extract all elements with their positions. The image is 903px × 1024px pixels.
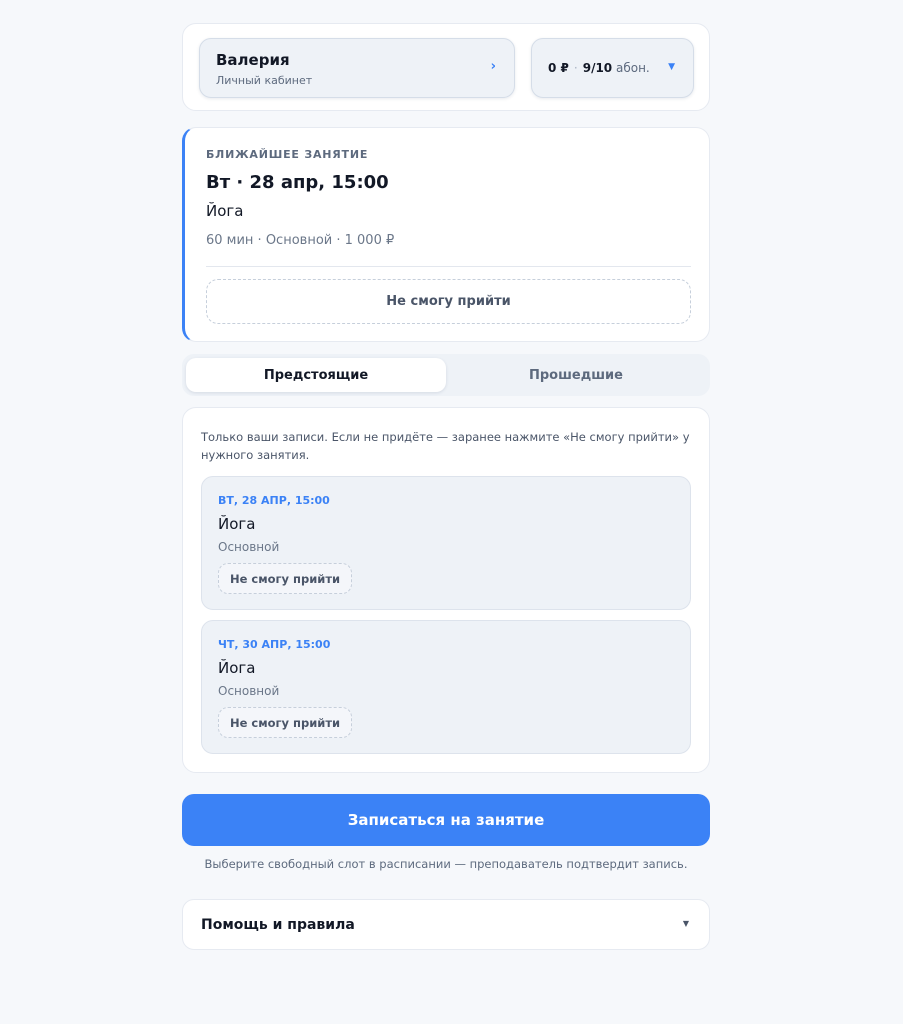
balance-dropdown[interactable]: 0 ₽ · 9/10 абон. ▼ [531, 38, 694, 98]
caret-down-icon: ▼ [668, 62, 675, 72]
separator-dot: · [573, 61, 578, 75]
booking-type: Основной [218, 684, 280, 698]
bookings-list: Только ваши записи. Если не придёте — за… [182, 407, 710, 773]
list-item: ВТ, 28 АПР, 15:00 Йога Основной Не смогу… [201, 476, 691, 610]
bookings-note: Только ваши записи. Если не придёте — за… [201, 430, 690, 462]
cant-attend-button[interactable]: Не смогу прийти [206, 279, 691, 324]
subscription-unit: абон. [615, 61, 650, 75]
booking-title: Йога [218, 659, 256, 677]
book-lesson-hint: Выберите свободный слот в расписании — п… [204, 857, 688, 871]
balance-money: 0 ₽ [548, 61, 569, 75]
header-card: Валерия Личный кабинет › 0 ₽ · 9/10 абон. … [182, 23, 710, 111]
profile-subtitle: Личный кабинет [216, 74, 313, 87]
cant-attend-button[interactable]: Не смогу прийти [218, 707, 353, 738]
subscription-count: 9/10 [582, 61, 613, 75]
next-lesson-meta: 60 мин · Основной · 1 000 ₽ [206, 233, 395, 248]
divider [206, 266, 691, 267]
profile-button[interactable]: Валерия Личный кабинет › [199, 38, 515, 98]
book-lesson-button[interactable]: Записаться на занятие [182, 794, 710, 846]
tab-past[interactable]: Прошедшие [446, 358, 706, 392]
booking-datetime: ЧТ, 30 АПР, 15:00 [218, 638, 331, 651]
tab-upcoming[interactable]: Предстоящие [186, 358, 446, 392]
cant-attend-button[interactable]: Не смогу прийти [218, 563, 353, 594]
next-lesson-title: Йога [206, 202, 244, 220]
help-label: Помощь и правила [201, 917, 355, 933]
next-lesson-date: Вт · 28 апр, 15:00 [206, 172, 389, 193]
next-lesson-kicker: БЛИЖАЙШЕЕ ЗАНЯТИЕ [206, 148, 369, 161]
help-accordion[interactable]: Помощь и правила ▼ [182, 899, 710, 950]
balance-summary: 0 ₽ · 9/10 абон. [548, 61, 650, 75]
chevron-right-icon: › [490, 59, 496, 74]
booking-title: Йога [218, 515, 256, 533]
caret-down-icon: ▼ [682, 919, 689, 928]
booking-type: Основной [218, 540, 280, 554]
next-lesson-card: БЛИЖАЙШЕЕ ЗАНЯТИЕ Вт · 28 апр, 15:00 Йог… [182, 127, 710, 342]
bookings-tabs: Предстоящие Прошедшие [182, 354, 710, 396]
booking-datetime: ВТ, 28 АПР, 15:00 [218, 494, 330, 507]
list-item: ЧТ, 30 АПР, 15:00 Йога Основной Не смогу… [201, 620, 691, 754]
user-name: Валерия [216, 51, 290, 69]
